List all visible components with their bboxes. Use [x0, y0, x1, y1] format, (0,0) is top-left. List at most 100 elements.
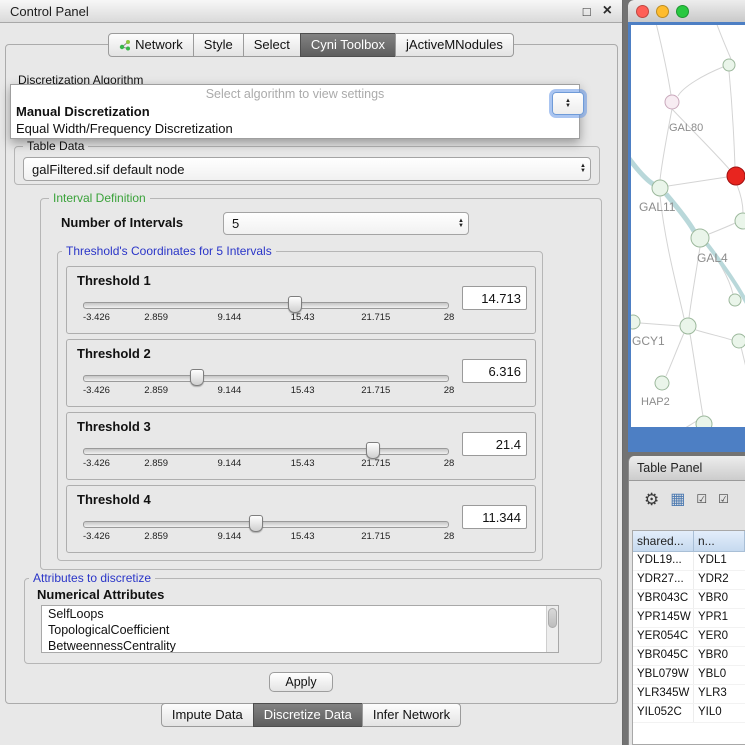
network-node[interactable]: [691, 229, 709, 247]
table-cell[interactable]: YBR043C: [633, 590, 694, 608]
network-edge[interactable]: [631, 153, 653, 184]
slider-track[interactable]: [83, 302, 449, 309]
network-edge[interactable]: [668, 177, 727, 186]
slider-track[interactable]: [83, 448, 449, 455]
table-cell[interactable]: YDL1: [694, 552, 745, 570]
network-edge[interactable]: [640, 323, 680, 326]
close-traffic-light[interactable]: [636, 5, 649, 18]
network-node[interactable]: [665, 95, 679, 109]
tab-cyni-toolbox[interactable]: Cyni Toolbox: [300, 33, 396, 57]
table-row[interactable]: YBR045CYBR0: [633, 647, 745, 666]
slider-track[interactable]: [83, 521, 449, 528]
network-edge[interactable]: [696, 330, 732, 340]
network-edge[interactable]: [690, 334, 703, 416]
network-node[interactable]: [652, 180, 668, 196]
numerical-attributes-list[interactable]: SelfLoops TopologicalCoefficient Between…: [41, 605, 559, 653]
slider-handle[interactable]: [288, 296, 302, 313]
float-window-icon[interactable]: □: [583, 4, 591, 19]
table-row[interactable]: YBR043CYBR0: [633, 590, 745, 609]
list-scrollbar[interactable]: [546, 606, 558, 652]
threshold-3-value-input[interactable]: [462, 432, 527, 456]
table-row[interactable]: YBL079WYBL0: [633, 666, 745, 685]
table-cell[interactable]: YIL0: [694, 704, 745, 722]
network-node[interactable]: [732, 334, 745, 348]
tab-jactivemnodules[interactable]: jActiveMNodules: [395, 33, 514, 57]
table-row[interactable]: YDR27...YDR2: [633, 571, 745, 590]
slider-track[interactable]: [83, 375, 449, 382]
network-edge[interactable]: [715, 25, 731, 59]
column-header-name[interactable]: n...: [694, 531, 745, 552]
network-node[interactable]: [696, 416, 712, 427]
dropdown-item-manual-discretization[interactable]: Manual Discretization: [11, 103, 579, 120]
table-cell[interactable]: YPR145W: [633, 609, 694, 627]
table-panel-titlebar[interactable]: Table Panel: [629, 456, 745, 481]
slider-handle[interactable]: [190, 369, 204, 386]
table-cell[interactable]: YDR27...: [633, 571, 694, 589]
threshold-2-value-input[interactable]: [462, 359, 527, 383]
number-of-intervals-combo[interactable]: 5 ▲▼: [223, 212, 469, 235]
network-node[interactable]: [727, 167, 745, 185]
table-cell[interactable]: YDL19...: [633, 552, 694, 570]
table-row[interactable]: YPR145WYPR1: [633, 609, 745, 628]
settings-gear-icon[interactable]: ⚙: [644, 491, 659, 508]
apply-button[interactable]: Apply: [269, 672, 333, 692]
tab-network[interactable]: Network: [108, 33, 194, 57]
tab-select[interactable]: Select: [243, 33, 301, 57]
table-cell[interactable]: YBR045C: [633, 647, 694, 665]
table-cell[interactable]: YER0: [694, 628, 745, 646]
network-window-titlebar[interactable]: [628, 0, 745, 23]
table-cell[interactable]: YDR2: [694, 571, 745, 589]
table-row[interactable]: YDL19...YDL1: [633, 552, 745, 571]
table-row[interactable]: YIL052CYIL0: [633, 704, 745, 723]
network-node[interactable]: [655, 376, 669, 390]
table-cell[interactable]: YBR0: [694, 590, 745, 608]
threshold-4-slider[interactable]: -3.426 2.859 9.144 15.43 21.715 28: [83, 514, 449, 546]
network-edge[interactable]: [709, 223, 735, 234]
network-edge[interactable]: [672, 109, 729, 169]
tab-discretize-data[interactable]: Discretize Data: [253, 703, 363, 727]
network-edge[interactable]: [660, 109, 672, 180]
network-node[interactable]: [729, 294, 741, 306]
threshold-3-slider[interactable]: -3.426 2.859 9.144 15.43 21.715 28: [83, 441, 449, 473]
tab-infer-network[interactable]: Infer Network: [362, 703, 461, 727]
network-node[interactable]: [735, 213, 745, 229]
network-canvas[interactable]: GAL80GAL11GAL4GCY1HAP2: [631, 25, 745, 427]
threshold-4-value-input[interactable]: [462, 505, 527, 529]
table-cell[interactable]: YLR345W: [633, 685, 694, 703]
table-data-combo[interactable]: galFiltered.sif default node ▲▼: [23, 157, 591, 181]
table-row[interactable]: YLR345WYLR3: [633, 685, 745, 704]
zoom-traffic-light[interactable]: [676, 5, 689, 18]
scrollbar-thumb[interactable]: [548, 608, 557, 628]
algorithm-combo-stepper[interactable]: ▲▼: [552, 92, 584, 115]
network-edge[interactable]: [729, 71, 735, 167]
network-node[interactable]: [680, 318, 696, 334]
tab-impute-data[interactable]: Impute Data: [161, 703, 254, 727]
show-columns-icon[interactable]: ▦: [670, 491, 685, 508]
table-cell[interactable]: YER054C: [633, 628, 694, 646]
list-item[interactable]: SelfLoops: [42, 606, 558, 622]
select-none-icon[interactable]: ☑: [718, 491, 729, 508]
list-item[interactable]: BetweennessCentrality: [42, 638, 558, 653]
network-edge[interactable]: [655, 25, 671, 95]
threshold-2-slider[interactable]: -3.426 2.859 9.144 15.43 21.715 28: [83, 368, 449, 400]
close-window-icon[interactable]: ×: [603, 6, 612, 16]
table-cell[interactable]: YBL079W: [633, 666, 694, 684]
network-edge[interactable]: [678, 67, 723, 96]
table-cell[interactable]: YBR0: [694, 647, 745, 665]
table-cell[interactable]: YIL052C: [633, 704, 694, 722]
network-edge[interactable]: [737, 185, 743, 213]
table-cell[interactable]: YLR3: [694, 685, 745, 703]
tab-style[interactable]: Style: [193, 33, 244, 57]
control-panel-titlebar[interactable]: Control Panel □ ×: [0, 0, 622, 23]
minimize-traffic-light[interactable]: [656, 5, 669, 18]
threshold-1-slider[interactable]: -3.426 2.859 9.144 15.43 21.715 28: [83, 295, 449, 327]
select-all-icon[interactable]: ☑: [696, 491, 707, 508]
slider-handle[interactable]: [366, 442, 380, 459]
threshold-1-value-input[interactable]: [462, 286, 527, 310]
network-node[interactable]: [631, 315, 640, 329]
table-row[interactable]: YER054CYER0: [633, 628, 745, 647]
column-header-shared-name[interactable]: shared...: [633, 531, 694, 552]
network-node[interactable]: [723, 59, 735, 71]
network-edge[interactable]: [741, 347, 745, 381]
dropdown-item-equal-width-frequency[interactable]: Equal Width/Frequency Discretization: [11, 120, 579, 137]
